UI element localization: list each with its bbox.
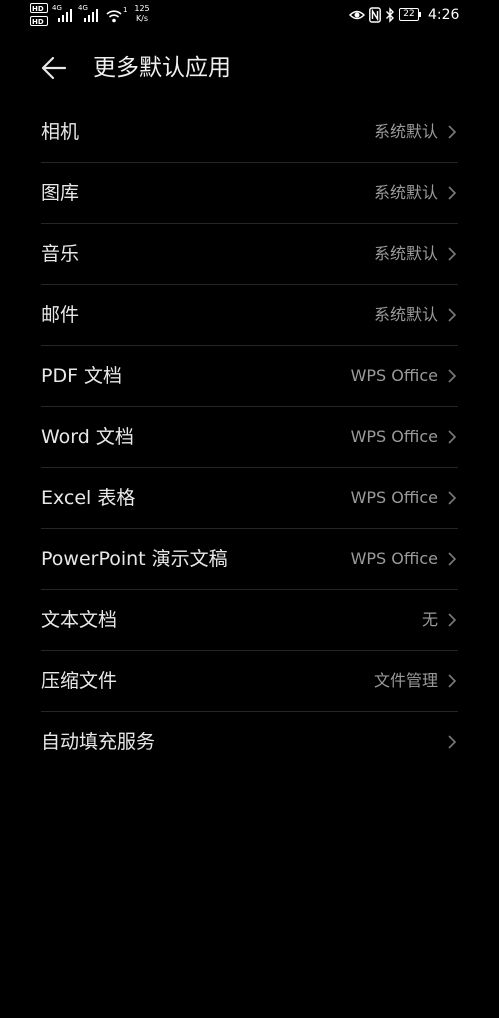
list-item-value: 系统默认 <box>373 122 438 141</box>
list-item-music[interactable]: 音乐 系统默认 <box>41 224 458 285</box>
chevron-right-icon <box>448 613 457 627</box>
signal-strength-icon <box>84 9 98 22</box>
list-item-label: Excel 表格 <box>41 487 136 509</box>
network-speed-value: 125 <box>134 4 150 13</box>
chevron-right-icon <box>448 125 457 139</box>
battery-icon <box>419 12 421 17</box>
list-item-label: 图库 <box>41 182 80 204</box>
wifi-icon <box>106 10 122 23</box>
chevron-right-icon <box>448 491 457 505</box>
list-item-label: PowerPoint 演示文稿 <box>41 548 228 570</box>
list-item-value: WPS Office <box>350 427 438 446</box>
list-item-label: 相机 <box>41 121 80 143</box>
list-item-label: 音乐 <box>41 243 80 265</box>
list-item-text-document[interactable]: 文本文档 无 <box>41 590 458 651</box>
battery-level: 22 <box>399 8 419 21</box>
network-speed-unit: K/s <box>135 14 149 23</box>
status-bar-right: 22 4:26 <box>349 7 469 25</box>
chevron-right-icon <box>448 735 457 749</box>
hd-stack: HD HD <box>30 3 50 29</box>
signal-strength-icon <box>58 9 72 22</box>
list-item-value: 文件管理 <box>373 671 438 690</box>
list-item-powerpoint[interactable]: PowerPoint 演示文稿 WPS Office <box>41 529 458 590</box>
list-item-label: Word 文档 <box>41 426 134 448</box>
chevron-right-icon <box>448 369 457 383</box>
list-item-autofill-service[interactable]: 自动填充服务 <box>41 712 458 773</box>
wifi-superscript: 1 <box>123 6 128 14</box>
list-item-value: WPS Office <box>350 549 438 568</box>
nfc-icon <box>369 7 381 23</box>
bluetooth-icon <box>386 7 394 23</box>
chevron-right-icon <box>448 674 457 688</box>
clock: 4:26 <box>428 7 460 23</box>
list-item-label: 文本文档 <box>41 609 118 631</box>
list-item-label: 邮件 <box>41 304 80 326</box>
chevron-right-icon <box>448 186 457 200</box>
chevron-right-icon <box>448 552 457 566</box>
list-item-value: WPS Office <box>350 488 438 507</box>
list-item-value: 系统默认 <box>373 244 438 263</box>
list-item-value: 系统默认 <box>373 183 438 202</box>
status-bar: HD HD 4G 4G 1 125 K/s 22 4:26 <box>0 0 499 32</box>
list-item-archive[interactable]: 压缩文件 文件管理 <box>41 651 458 712</box>
network-speed: 125 K/s <box>131 4 153 24</box>
list-item-value: 无 <box>421 610 438 629</box>
list-item-label: 压缩文件 <box>41 670 118 692</box>
list-item-label: PDF 文档 <box>41 365 123 387</box>
eye-comfort-icon <box>349 10 365 20</box>
default-apps-list: 相机 系统默认 图库 系统默认 音乐 系统默认 邮件 系统默认 PDF 文档 W… <box>41 102 458 773</box>
hd-badge-2: HD <box>30 16 48 26</box>
page-title: 更多默认应用 <box>93 55 231 81</box>
back-arrow-icon[interactable] <box>40 54 68 82</box>
list-item-excel[interactable]: Excel 表格 WPS Office <box>41 468 458 529</box>
hd-badge-1: HD <box>30 3 48 13</box>
list-item-value: WPS Office <box>350 366 438 385</box>
list-item-camera[interactable]: 相机 系统默认 <box>41 102 458 163</box>
list-item-gallery[interactable]: 图库 系统默认 <box>41 163 458 224</box>
chevron-right-icon <box>448 430 457 444</box>
header: 更多默认应用 <box>0 40 499 96</box>
list-item-word[interactable]: Word 文档 WPS Office <box>41 407 458 468</box>
list-item-email[interactable]: 邮件 系统默认 <box>41 285 458 346</box>
list-item-value: 系统默认 <box>373 305 438 324</box>
list-item-pdf[interactable]: PDF 文档 WPS Office <box>41 346 458 407</box>
list-item-label: 自动填充服务 <box>41 731 156 753</box>
chevron-right-icon <box>448 308 457 322</box>
chevron-right-icon <box>448 247 457 261</box>
